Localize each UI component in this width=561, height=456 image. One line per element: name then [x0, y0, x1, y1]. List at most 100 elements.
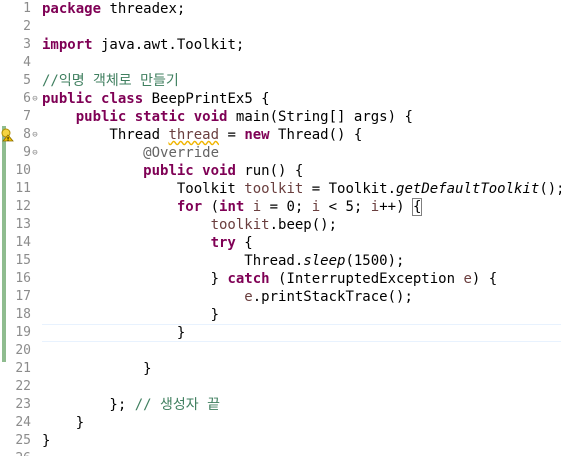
token-text: } — [42, 361, 152, 377]
token-text: ++) — [379, 199, 413, 215]
code-line[interactable]: @Override — [42, 144, 561, 162]
token-kw: for — [176, 199, 203, 215]
token-text: BeepPrintEx5 { — [143, 91, 270, 107]
token-it: sleep — [303, 253, 346, 269]
token-kw: int — [219, 199, 245, 215]
fold-toggle-icon[interactable]: ⊖ — [31, 144, 39, 162]
code-line[interactable] — [42, 18, 561, 36]
token-an: @Override — [143, 145, 220, 161]
code-line[interactable]: } — [42, 414, 561, 432]
token-text: (InterruptedException — [269, 271, 464, 287]
code-line[interactable] — [42, 378, 561, 396]
line-number: 7 — [23, 109, 31, 124]
lightbulb-warning-icon[interactable] — [0, 128, 14, 142]
line-number: 23 — [15, 397, 31, 412]
line-number: 11 — [15, 181, 31, 196]
line-number: 26 — [8, 450, 31, 456]
code-line[interactable]: } — [42, 306, 561, 324]
token-kw: public — [143, 163, 194, 179]
code-line[interactable] — [42, 54, 561, 72]
line-number: 17 — [15, 289, 31, 304]
code-line[interactable]: } catch (InterruptedException e) { — [42, 270, 561, 288]
token-text: ( — [202, 199, 220, 215]
code-editor[interactable]: 1 2 3 4 5 6 ⊖ 7 8 ⊖ 9 ⊖ 10 11 12 13 14 15 16 17 18 19 20 21 22 23… — [0, 0, 561, 456]
line-number: 5 — [23, 73, 31, 88]
token-fd: toolkit — [244, 181, 304, 197]
code-line[interactable]: }; // 생성자 끝 — [42, 396, 561, 414]
token-text: ) { — [471, 271, 498, 287]
line-number: 12 — [15, 199, 31, 214]
token-text: threadex; — [101, 1, 186, 17]
line-number: 19 — [15, 325, 31, 340]
code-line[interactable]: Thread thread = new Thread() { — [42, 126, 561, 144]
line-number: 4 — [23, 55, 31, 70]
token-text: < 5; — [320, 199, 371, 215]
token-text: } — [42, 325, 186, 341]
code-line[interactable]: Toolkit toolkit = Toolkit.getDefaultTool… — [42, 180, 561, 198]
code-line[interactable]: } — [42, 432, 561, 450]
line-number: 6 — [23, 91, 31, 106]
code-line[interactable] — [42, 342, 561, 360]
token-text: } — [42, 271, 228, 287]
token-fd: toolkit — [210, 217, 270, 233]
token-text: = — [219, 127, 245, 143]
token-text: Thread. — [42, 253, 304, 269]
line-number: 24 — [15, 415, 31, 430]
token-text: } — [42, 433, 51, 449]
current-code-line[interactable]: } — [42, 324, 561, 342]
token-kw: new — [244, 127, 270, 143]
code-line[interactable]: Thread.sleep(1500); — [42, 252, 561, 270]
token-kw: static — [134, 109, 186, 125]
line-number: 9 — [23, 145, 31, 160]
line-number: 15 — [15, 253, 31, 268]
code-line[interactable]: e.printStackTrace(); — [42, 288, 561, 306]
line-number: 3 — [23, 37, 31, 52]
code-line[interactable]: toolkit.beep(); — [42, 216, 561, 234]
line-number: 13 — [15, 217, 31, 232]
token-text: main(String[] args) { — [227, 109, 413, 125]
token-text: Thread — [42, 127, 169, 143]
code-line[interactable] — [42, 450, 561, 456]
code-line[interactable]: //익명 객체로 만들기 — [42, 72, 561, 90]
token-text: (1500); — [345, 253, 405, 269]
code-line[interactable]: } — [42, 360, 561, 378]
token-kw: public — [75, 109, 127, 125]
code-line[interactable]: package threadex; — [42, 0, 561, 18]
token-text: { — [235, 235, 253, 251]
fold-toggle-icon[interactable]: ⊖ — [31, 126, 39, 144]
token-text: Thread() { — [269, 127, 363, 143]
line-number: 10 — [15, 163, 31, 178]
code-line[interactable]: import java.awt.Toolkit; — [42, 36, 561, 54]
line-number-gutter[interactable]: 1 2 3 4 5 6 ⊖ 7 8 ⊖ 9 ⊖ 10 11 12 13 14 15 16 17 18 19 20 21 22 23… — [0, 0, 38, 456]
token-kw: public — [42, 91, 93, 107]
token-text: Toolkit — [42, 181, 245, 197]
code-line[interactable]: try { — [42, 234, 561, 252]
token-kw: package — [42, 1, 102, 17]
code-area[interactable]: package threadex; import java.awt.Toolkit… — [42, 0, 561, 456]
line-number: 16 — [15, 271, 31, 286]
fold-toggle-icon[interactable]: ⊖ — [31, 90, 39, 108]
token-fd: thread — [168, 127, 220, 143]
code-line[interactable]: public void run() { — [42, 162, 561, 180]
token-kw: import — [42, 37, 93, 53]
change-indicator-bar — [2, 126, 6, 362]
token-it: getDefaultToolkit — [396, 181, 540, 197]
code-line[interactable]: for (int i = 0; i < 5; i++) { — [42, 198, 561, 216]
code-line[interactable]: public class BeepPrintEx5 { — [42, 90, 561, 108]
token-bracket: { — [411, 198, 423, 216]
token-kw: class — [101, 91, 144, 107]
code-line[interactable]: public static void main(String[] args) { — [42, 108, 561, 126]
token-fd: i — [252, 199, 262, 215]
